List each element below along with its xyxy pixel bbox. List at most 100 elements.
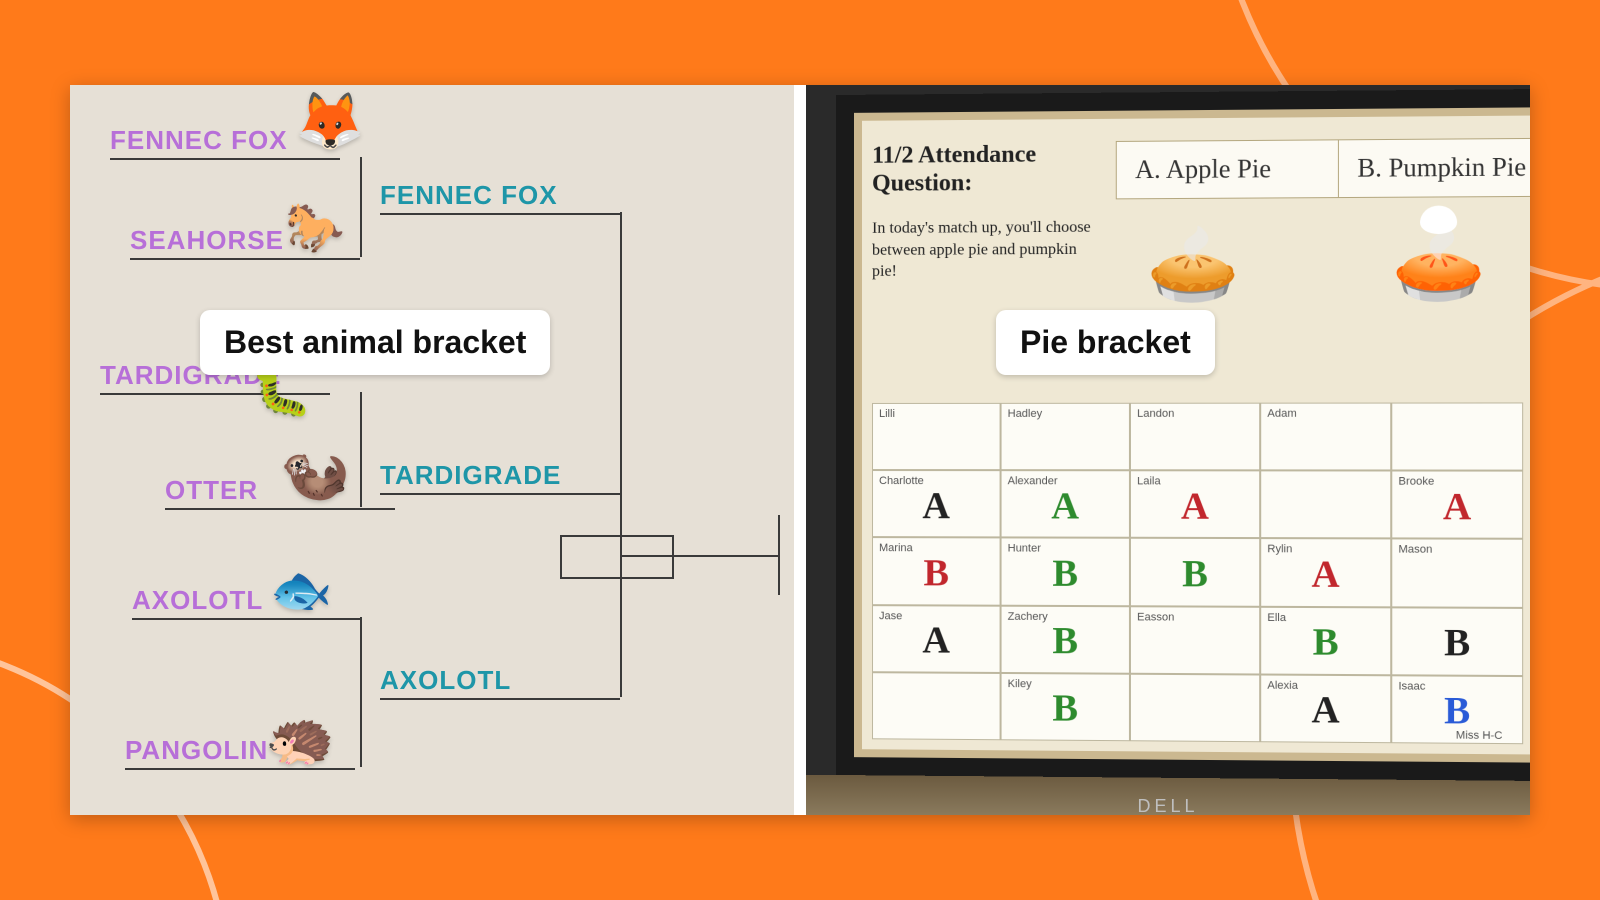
vote-mark: B	[1444, 621, 1470, 666]
vote-mark: B	[1444, 689, 1470, 734]
vote-cell: RylinA	[1260, 538, 1391, 606]
vote-cell: CharlotteA	[872, 470, 1001, 538]
student-name: Zachery	[1008, 610, 1048, 622]
axolotl-icon: 🐟	[270, 565, 332, 615]
vote-cell	[1391, 402, 1523, 470]
vote-mark: B	[1052, 619, 1078, 663]
pangolin-icon: 🦔	[265, 710, 335, 766]
attendance-title: 11/2 Attendance Question:	[872, 141, 1093, 198]
vote-mark: A	[1312, 689, 1340, 734]
vote-cell: Ella B	[1260, 606, 1391, 675]
student-name: Landon	[1137, 408, 1174, 420]
vote-cell: Marina B	[872, 537, 1001, 605]
empty-winner-slot	[560, 535, 674, 579]
vote-mark: A	[922, 484, 950, 528]
student-name: Isaac	[1398, 680, 1425, 692]
vote-mark: B	[923, 551, 948, 595]
seed-label: OTTER	[165, 475, 258, 505]
winner-fennec-fox: FENNEC FOX	[380, 180, 620, 215]
apple-pie-icon: 🥧	[1146, 221, 1240, 309]
student-name: Marina	[879, 542, 913, 554]
student-name: Lilli	[879, 408, 895, 420]
right-badge: Pie bracket	[996, 310, 1215, 375]
votes-grid: LilliHadleyLandonAdamCharlotteAAlexander…	[872, 402, 1523, 744]
vote-cell: B	[1130, 538, 1260, 606]
vote-cell: Easson	[1130, 606, 1260, 674]
page-background: FENNEC FOX SEAHORSE TARDIGRADE OTTER AXO…	[0, 0, 1600, 900]
student-name: Mason	[1398, 544, 1432, 556]
student-name: Adam	[1267, 408, 1296, 420]
fox-icon: 🦊	[295, 93, 365, 149]
vote-cell: AlexanderA	[1001, 470, 1130, 538]
bracket-line	[360, 617, 362, 767]
seed-label: PANGOLIN	[125, 735, 268, 765]
winner-tardigrade: TARDIGRADE	[380, 460, 620, 495]
vote-mark: A	[1443, 485, 1471, 530]
student-name: Brooke	[1398, 476, 1434, 488]
vote-mark: A	[1312, 553, 1340, 598]
vote-mark: B	[1182, 552, 1208, 596]
vote-mark: B	[1052, 552, 1078, 596]
monitor-brand-label: DELL	[1137, 796, 1198, 815]
winner-label: FENNEC FOX	[380, 180, 558, 210]
left-pane-bracket: FENNEC FOX SEAHORSE TARDIGRADE OTTER AXO…	[70, 85, 794, 815]
student-name: Jase	[879, 610, 902, 622]
vote-cell: Alexia A	[1260, 674, 1391, 743]
seahorse-icon: 🐎	[285, 205, 345, 253]
winner-label: AXOLOTL	[380, 665, 511, 695]
vote-cell: Laila A	[1130, 470, 1260, 538]
attendance-description: In today's match up, you'll choose betwe…	[872, 217, 1093, 283]
pane-divider	[794, 85, 806, 815]
option-a-card: A. Apple Pie	[1116, 139, 1348, 199]
vote-cell: Lilli	[872, 403, 1001, 470]
option-b-label: B. Pumpkin Pie	[1357, 152, 1526, 184]
vote-cell: B	[1391, 607, 1523, 676]
left-badge: Best animal bracket	[200, 310, 550, 375]
seed-label: SEAHORSE	[130, 225, 284, 255]
bracket-line	[620, 492, 622, 697]
vote-cell: Adam	[1260, 403, 1391, 471]
whipped-cream-icon	[1420, 205, 1457, 234]
vote-mark: B	[1313, 621, 1339, 666]
vote-mark: A	[1181, 484, 1209, 528]
bracket-line	[360, 157, 362, 257]
student-name: Hadley	[1008, 408, 1043, 420]
student-name: Laila	[1137, 475, 1161, 487]
vote-cell: Hunter B	[1001, 538, 1130, 606]
option-b-card: B. Pumpkin Pie	[1338, 138, 1530, 199]
student-name: Kiley	[1008, 678, 1032, 690]
teacher-cell-label: Miss H-C	[1456, 729, 1503, 742]
vote-cell: Zachery B	[1001, 605, 1130, 673]
bracket-line	[620, 212, 622, 492]
badge-label: Best animal bracket	[224, 324, 526, 360]
winner-axolotl: AXOLOTL	[380, 665, 620, 700]
winner-label: TARDIGRADE	[380, 460, 561, 490]
vote-cell	[1260, 471, 1391, 539]
vote-mark: B	[1052, 687, 1078, 731]
bracket-line	[360, 392, 362, 507]
student-name: Alexia	[1267, 679, 1298, 691]
vote-mark: A	[922, 619, 950, 663]
seed-label: FENNEC FOX	[110, 125, 288, 155]
vote-cell	[872, 672, 1001, 740]
vote-cell: Landon	[1130, 403, 1260, 471]
badge-label: Pie bracket	[1020, 324, 1191, 360]
vote-cell: Mason	[1391, 539, 1523, 608]
vote-cell	[1130, 673, 1260, 742]
student-name: Hunter	[1008, 543, 1041, 555]
vote-cell: Jase A	[872, 605, 1001, 673]
right-pane-photo: 11/2 Attendance Question: In today's mat…	[806, 85, 1530, 815]
title-line1: 11/2 Attendance	[872, 142, 1036, 169]
vote-mark: A	[1051, 484, 1079, 528]
student-name: Alexander	[1008, 475, 1058, 487]
student-name: Ella	[1267, 611, 1286, 623]
vote-cell: Brooke A	[1391, 471, 1523, 539]
otter-icon: 🦦	[280, 445, 350, 501]
attendance-question: 11/2 Attendance Question: In today's mat…	[872, 141, 1093, 283]
seed-label: AXOLOTL	[132, 585, 263, 615]
bracket-line	[778, 515, 780, 595]
content-card: FENNEC FOX SEAHORSE TARDIGRADE OTTER AXO…	[70, 85, 1530, 815]
monitor-screen: 11/2 Attendance Question: In today's mat…	[836, 89, 1530, 781]
student-name: Charlotte	[879, 475, 924, 487]
option-a-label: A. Apple Pie	[1135, 154, 1271, 185]
